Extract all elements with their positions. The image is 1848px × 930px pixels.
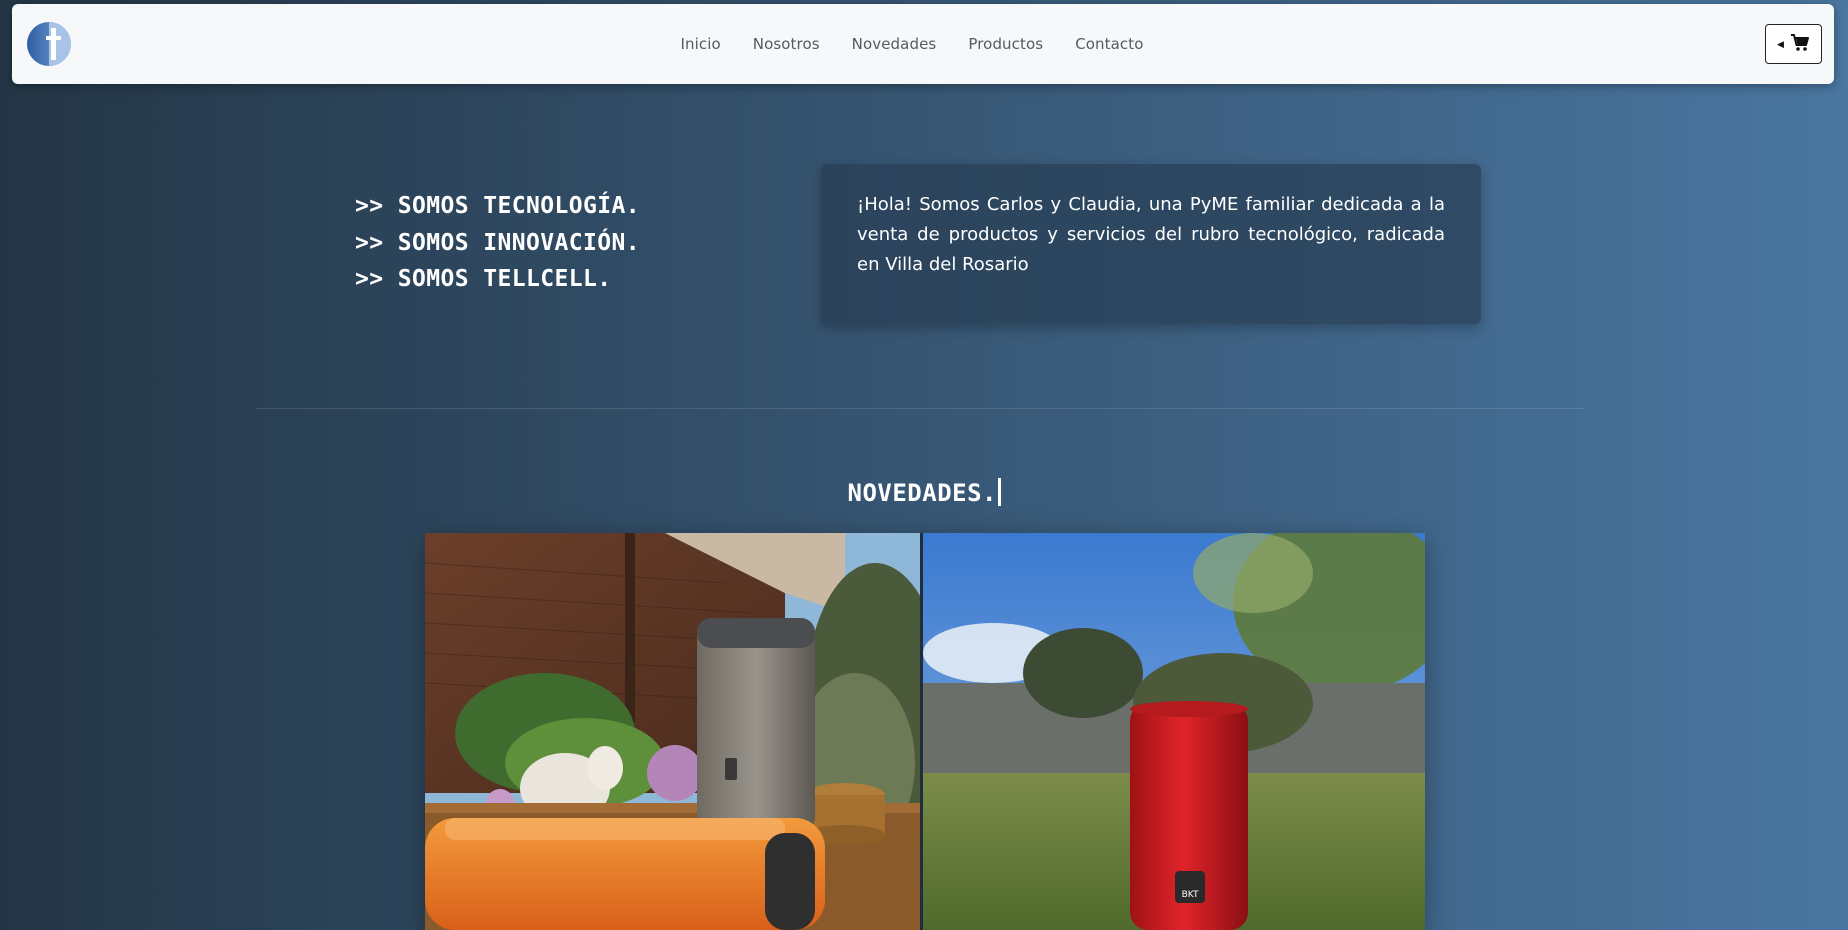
cart-button[interactable]: ◀ [1765, 24, 1822, 64]
nav-link-productos[interactable]: Productos [968, 35, 1043, 53]
typing-cursor [998, 478, 1001, 506]
intro-text: ¡Hola! Somos Carlos y Claudia, una PyME … [857, 194, 1445, 275]
red-speaker-photo[interactable]: BKT [923, 533, 1425, 930]
slogans: >> SOMOS TECNOLOGÍA. >> SOMOS INNOVACIÓN… [355, 188, 640, 298]
slogan-line: >> SOMOS TECNOLOGÍA. [355, 193, 640, 219]
slogan-line: >> SOMOS INNOVACIÓN. [355, 229, 640, 256]
nav-links: Inicio Nosotros Novedades Productos Cont… [12, 4, 1834, 84]
orange-and-grey-speakers-photo[interactable] [425, 533, 923, 930]
speaker-brand-badge: BKT [1182, 890, 1199, 900]
nav-link-novedades[interactable]: Novedades [852, 35, 937, 53]
nav-link-nosotros[interactable]: Nosotros [753, 35, 820, 53]
shopping-cart-icon [1790, 32, 1810, 56]
section-divider [255, 408, 1585, 409]
novedades-gallery: BKT [425, 533, 1425, 930]
slogan-line: >> SOMOS TELLCELL. [355, 266, 612, 292]
navbar: Inicio Nosotros Novedades Productos Cont… [12, 4, 1834, 84]
section-title-text: NOVEDADES. [847, 479, 997, 507]
nav-link-contacto[interactable]: Contacto [1075, 35, 1143, 53]
intro-card: ¡Hola! Somos Carlos y Claudia, una PyME … [821, 164, 1481, 324]
section-title: NOVEDADES. [0, 478, 1848, 507]
nav-link-inicio[interactable]: Inicio [680, 35, 720, 53]
caret-left-icon: ◀ [1777, 40, 1784, 50]
